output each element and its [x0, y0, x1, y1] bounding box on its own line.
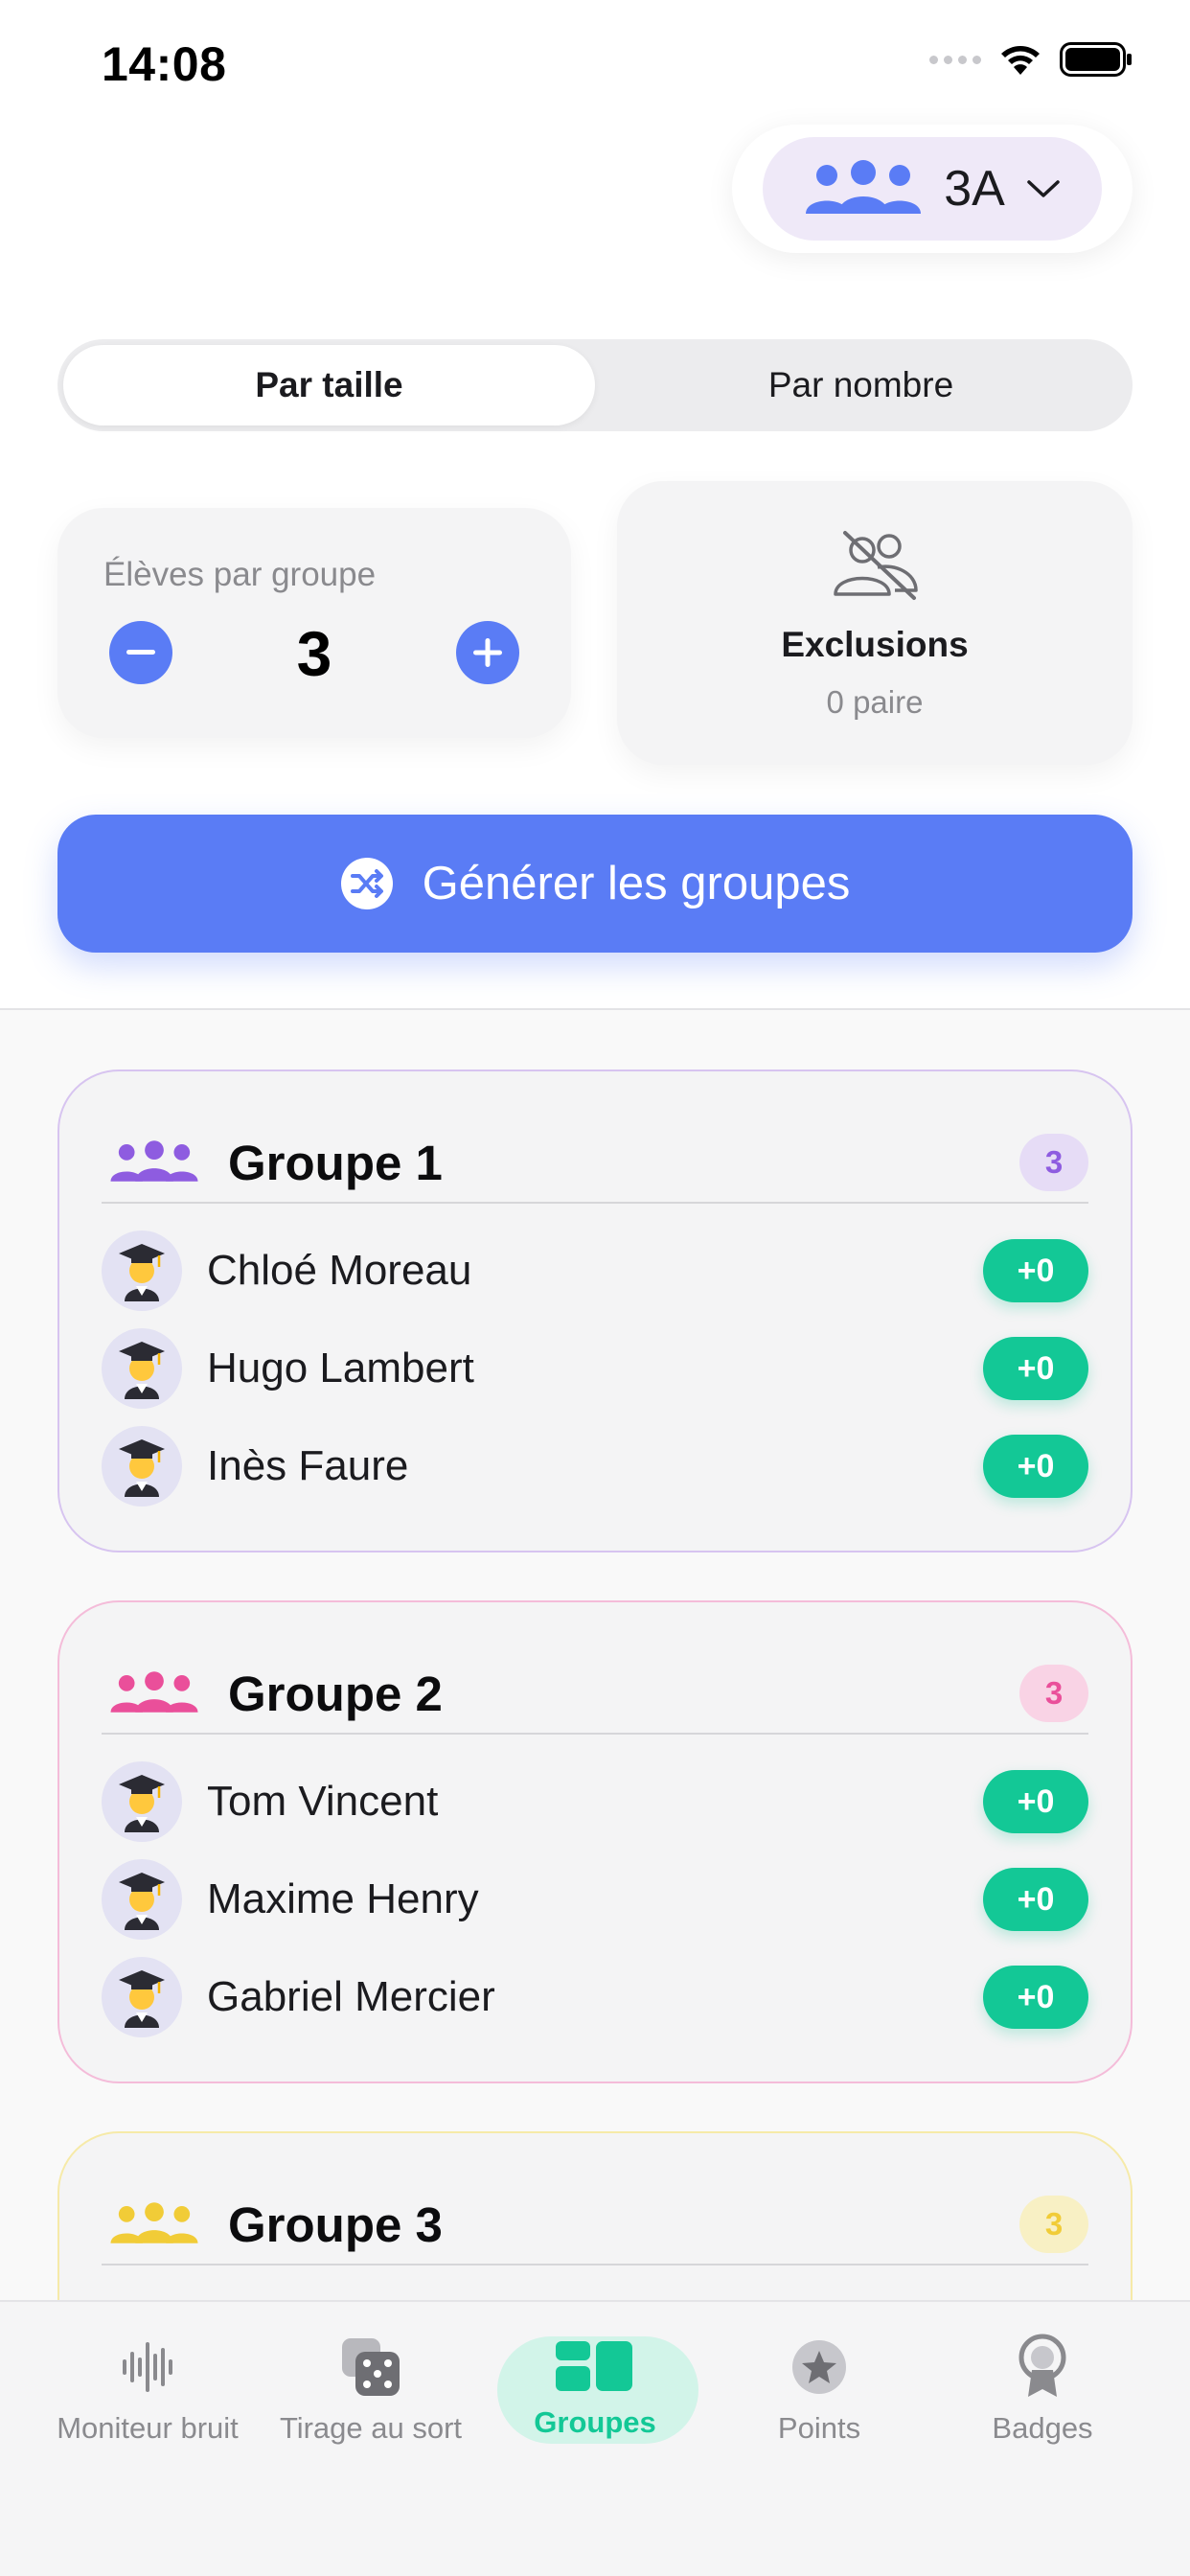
increment-button[interactable]: [456, 621, 519, 684]
group-divider: [102, 1202, 1088, 1204]
students-per-group-value: 3: [296, 618, 332, 689]
group-title: Groupe 2: [228, 1666, 443, 1721]
member-row: Tom Vincent +0: [102, 1761, 1088, 1842]
points-button[interactable]: +0: [983, 1239, 1088, 1302]
member-row: Hugo Lambert +0: [102, 1328, 1088, 1409]
generate-groups-label: Générer les groupes: [422, 858, 851, 909]
tab-label: Groupes: [534, 2405, 656, 2439]
group-title: Groupe 1: [228, 1135, 443, 1190]
student-name: Hugo Lambert: [207, 1345, 474, 1392]
people-group-icon: [110, 1140, 198, 1182]
exclusions-card[interactable]: Exclusions 0 paire: [617, 481, 1133, 765]
decrement-button[interactable]: [109, 621, 172, 684]
student-avatar: [102, 1761, 182, 1842]
people-group-icon: [110, 2202, 198, 2243]
member-row: Gabriel Mercier +0: [102, 1957, 1088, 2037]
graduate-icon: [119, 1439, 165, 1497]
dice-icon: [342, 2338, 400, 2396]
bottom-tab-bar: Moniteur bruit Tirage au sort Groupes Po…: [0, 2300, 1190, 2576]
points-button[interactable]: +0: [983, 1770, 1088, 1833]
student-avatar: [102, 1859, 182, 1940]
waveform-icon: [123, 2342, 172, 2392]
group-count-badge: 3: [1019, 1134, 1088, 1191]
class-selector[interactable]: 3A: [763, 137, 1102, 241]
group-divider: [102, 1733, 1088, 1735]
student-name: Tom Vincent: [207, 1778, 439, 1825]
students-per-group-label: Élèves par groupe: [103, 556, 377, 593]
graduate-icon: [119, 1342, 165, 1399]
tab-label: Moniteur bruit: [57, 2411, 239, 2445]
class-label: 3A: [944, 161, 1005, 217]
group-divider: [102, 2264, 1088, 2266]
tab-par-nombre[interactable]: Par nombre: [595, 345, 1127, 426]
cellular-signal-icon: [929, 55, 981, 64]
tab-groupes[interactable]: Groupes: [480, 2329, 710, 2463]
tab-tirage-au-sort[interactable]: Tirage au sort: [256, 2329, 486, 2463]
group-count-badge: 3: [1019, 2196, 1088, 2253]
member-row: Maxime Henry +0: [102, 1859, 1088, 1940]
graduate-icon: [119, 1775, 165, 1832]
student-avatar: [102, 1426, 182, 1506]
student-avatar: [102, 1957, 182, 2037]
group-title: Groupe 3: [228, 2196, 443, 2252]
tab-points[interactable]: Points: [704, 2329, 934, 2463]
member-row: Chloé Moreau +0: [102, 1230, 1088, 1311]
group-header: Groupe 2 3: [109, 1641, 1088, 1746]
tab-par-taille[interactable]: Par taille: [63, 345, 595, 426]
wifi-icon: [1001, 46, 1040, 75]
generate-groups-button[interactable]: Générer les groupes: [57, 815, 1133, 953]
plus-icon: [473, 638, 502, 667]
status-time: 14:08: [102, 37, 227, 91]
points-button[interactable]: +0: [983, 1435, 1088, 1498]
grid-icon: [556, 2341, 632, 2391]
group-card-2: Groupe 2 3 Tom Vincent +0 Maxime Henry +…: [57, 1600, 1133, 2083]
tab-moniteur-bruit[interactable]: Moniteur bruit: [33, 2329, 263, 2463]
student-name: Gabriel Mercier: [207, 1973, 495, 2020]
people-slash-icon: [834, 531, 918, 600]
group-card-1: Groupe 1 3 Chloé Moreau +0 Hugo Lambert …: [57, 1070, 1133, 1552]
shuffle-icon: [340, 858, 393, 909]
student-name: Maxime Henry: [207, 1875, 479, 1922]
class-selector-container: 3A: [732, 125, 1133, 253]
tab-label: Points: [777, 2411, 861, 2445]
points-button[interactable]: +0: [983, 1337, 1088, 1400]
tab-label: Badges: [992, 2411, 1093, 2445]
student-name: Chloé Moreau: [207, 1247, 472, 1294]
people-group-icon: [110, 1671, 198, 1713]
member-row: Inès Faure +0: [102, 1426, 1088, 1506]
exclusions-title: Exclusions: [781, 625, 969, 664]
points-button[interactable]: +0: [983, 1966, 1088, 2029]
exclusions-count: 0 paire: [826, 684, 924, 720]
award-icon: [1018, 2334, 1066, 2397]
people-group-icon: [806, 160, 922, 214]
group-count-badge: 3: [1019, 1665, 1088, 1722]
graduate-icon: [119, 1970, 165, 2028]
grouping-mode-segmented-control: Par taille Par nombre: [57, 339, 1133, 431]
chevron-down-icon: [1027, 180, 1060, 197]
student-avatar: [102, 1230, 182, 1311]
tab-label: Tirage au sort: [279, 2411, 463, 2445]
student-name: Inès Faure: [207, 1442, 409, 1489]
battery-icon: [1060, 42, 1132, 77]
points-button[interactable]: +0: [983, 1868, 1088, 1931]
group-header: Groupe 3 3: [109, 2172, 1088, 2277]
student-avatar: [102, 1328, 182, 1409]
graduate-icon: [119, 1873, 165, 1930]
group-header: Groupe 1 3: [109, 1110, 1088, 1215]
minus-icon: [126, 650, 155, 655]
star-icon: [792, 2340, 846, 2394]
status-indicators: [929, 42, 1133, 77]
tab-badges[interactable]: Badges: [927, 2329, 1157, 2463]
graduate-icon: [119, 1244, 165, 1301]
